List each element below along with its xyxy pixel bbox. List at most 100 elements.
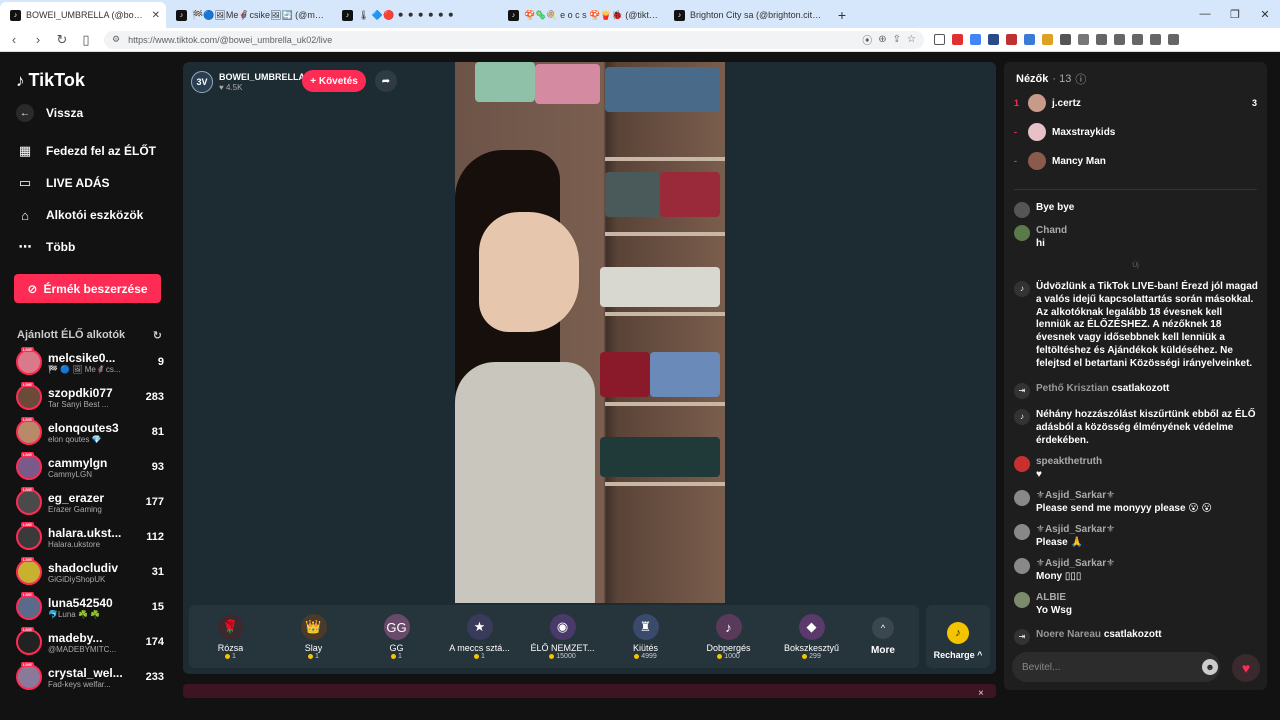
close-banner-icon[interactable]: × <box>978 688 984 699</box>
viewer-avatar[interactable] <box>1028 152 1046 170</box>
share-icon[interactable]: ⇪ <box>893 34 901 45</box>
profile-icon[interactable] <box>1132 34 1143 45</box>
creator-item[interactable]: LIVE szopdki077 Tar Sanyi Best ... 283 <box>16 381 164 413</box>
follow-button[interactable]: + Követés <box>302 70 366 92</box>
creator-item[interactable]: LIVE crystal_wel... Fad-keys welfar... 233 <box>16 661 164 693</box>
message-user[interactable]: ALBIE <box>1036 592 1072 605</box>
star-icon[interactable]: ☆ <box>907 34 916 45</box>
restore-icon[interactable]: ❐ <box>1220 0 1250 28</box>
like-heart-button[interactable]: ♥ <box>1232 654 1260 682</box>
emoji-icon[interactable]: ☻ <box>1202 659 1218 675</box>
bookmark-icon[interactable]: ▯ <box>76 32 96 48</box>
creator-avatar[interactable]: LIVE <box>16 662 42 690</box>
creator-item[interactable]: LIVE shadocludiv GiGiDiyShopUK 31 <box>16 556 164 588</box>
url-text[interactable]: https://www.tiktok.com/@bowei_umbrella_u… <box>128 35 332 45</box>
host-avatar[interactable]: 3V <box>191 71 213 93</box>
share-icon[interactable]: ➦ <box>375 70 397 92</box>
gift-item[interactable]: GG GG 1 <box>355 605 438 668</box>
minimize-icon[interactable]: — <box>1190 0 1220 28</box>
browser-tab[interactable]: ♪ 🌡 🔷🔴 ⚫ ⚫ ⚫ ⚫ ⚫ ⚫ <box>332 2 498 28</box>
gift-item[interactable]: ◉ ÉLŐ NEMZET... 15000 <box>521 605 604 668</box>
tiktok-logo[interactable]: ♪ TikTok <box>16 70 85 91</box>
bottom-banner[interactable] <box>183 684 996 698</box>
message-user[interactable]: speakthetruth <box>1036 456 1102 469</box>
back-button[interactable]: ← Vissza <box>16 104 83 122</box>
extension-icon[interactable] <box>1024 34 1035 45</box>
extension-icon[interactable] <box>1078 34 1089 45</box>
creator-item[interactable]: LIVE eg_erazer Erazer Gaming 177 <box>16 486 164 518</box>
reload-icon[interactable]: ↻ <box>52 32 72 48</box>
zoom-icon[interactable]: ⊕ <box>878 34 886 45</box>
shield-icon[interactable] <box>934 34 945 45</box>
host-info[interactable]: 3V BOWEI_UMBRELLA ♥ 4.5K <box>191 70 305 94</box>
top-viewer-row[interactable]: - Maxstraykids <box>1014 123 1257 141</box>
viewer-avatar[interactable] <box>1028 94 1046 112</box>
extension-icon[interactable] <box>1042 34 1053 45</box>
back-arrow-icon[interactable]: ‹ <box>4 32 24 47</box>
wallet-icon[interactable] <box>1114 34 1125 45</box>
message-user[interactable]: ⚜Asjid_Sarkar⚜ <box>1036 490 1212 503</box>
creator-item[interactable]: LIVE elonqoutes3 elon qoutes 💎 81 <box>16 416 164 448</box>
viewer-avatar[interactable] <box>1028 123 1046 141</box>
chat-input[interactable]: Bevitel... <box>1012 652 1220 682</box>
top-viewer-row[interactable]: - Mancy Man <box>1014 152 1257 170</box>
gift-item[interactable]: ♪ Dobpergés 1000 <box>687 605 770 668</box>
get-coins-button[interactable]: ⊘ Érmék beszerzése <box>14 274 161 303</box>
recharge-button[interactable]: ♪ Recharge ^ <box>926 605 990 668</box>
extension-icon[interactable] <box>1006 34 1017 45</box>
nav-creator-tools[interactable]: ⌂ Alkotói eszközök <box>16 206 143 224</box>
address-bar[interactable]: ⚙ https://www.tiktok.com/@bowei_umbrella… <box>104 30 924 49</box>
browser-tab[interactable]: ♪ Brighton City sa (@brighton.city) ÉLŐ <box>664 2 830 28</box>
more-gifts-button[interactable]: ^ More <box>853 605 913 668</box>
message-user[interactable]: Chand <box>1036 225 1067 238</box>
creator-avatar[interactable]: LIVE <box>16 592 42 620</box>
new-tab-button[interactable]: + <box>830 2 854 28</box>
gift-item[interactable]: ★ A meccs sztá... 1 <box>438 605 521 668</box>
creator-item[interactable]: LIVE halara.ukst... Halara.ukstore 112 <box>16 521 164 553</box>
creator-item[interactable]: LIVE madeby... @MADEBYMITC... 174 <box>16 626 164 658</box>
gift-item[interactable]: ♜ Kiütés 4999 <box>604 605 687 668</box>
message-user[interactable]: ⚜Asjid_Sarkar⚜ <box>1036 558 1115 571</box>
creator-item[interactable]: LIVE melcsike0... 🏁 🔵 🖼 Me🦸cs... 9 <box>16 346 164 378</box>
browser-tab[interactable]: ♪ 🍄🦠🍭 e o c s 🍄🍟🐞 (@tiktok.rol <box>498 2 664 28</box>
user-avatar[interactable] <box>1014 524 1030 540</box>
cast-icon[interactable]: ⦿ <box>862 32 872 47</box>
message-user[interactable]: Noere Nareau <box>1036 629 1101 640</box>
message-user[interactable]: ⚜Asjid_Sarkar⚜ <box>1036 524 1115 537</box>
refresh-icon[interactable]: ↻ <box>153 329 162 342</box>
nav-live-broadcast[interactable]: ▭ LIVE ADÁS <box>16 174 110 192</box>
top-viewer-row[interactable]: 1 j.certz 3 <box>1014 94 1257 112</box>
extension-icon[interactable] <box>988 34 999 45</box>
creator-avatar[interactable]: LIVE <box>16 557 42 585</box>
user-avatar[interactable] <box>1014 592 1030 608</box>
close-window-icon[interactable]: ✕ <box>1250 0 1280 28</box>
creator-avatar[interactable]: LIVE <box>16 627 42 655</box>
creator-avatar[interactable]: LIVE <box>16 487 42 515</box>
nav-explore-live[interactable]: ▦ Fedezd fel az ÉLŐT <box>16 142 156 160</box>
info-icon[interactable]: ⓘ <box>1075 71 1086 87</box>
gift-item[interactable]: 🌹 Rózsa 1 <box>189 605 272 668</box>
gift-item[interactable]: 👑 Slay 1 <box>272 605 355 668</box>
site-settings-icon[interactable]: ⚙ <box>112 34 120 45</box>
creator-avatar[interactable]: LIVE <box>16 522 42 550</box>
user-avatar[interactable] <box>1014 558 1030 574</box>
sidebar-icon[interactable] <box>1096 34 1107 45</box>
tab-close-icon[interactable]: ✕ <box>152 10 160 21</box>
browser-tab[interactable]: ♪ 🏁🔵🖼Me🦸csike🖼🔄 (@melc <box>166 2 332 28</box>
browser-tab-active[interactable]: ♪ BOWEI_UMBRELLA (@bowei ✕ <box>0 2 166 28</box>
translate-icon[interactable] <box>970 34 981 45</box>
creator-avatar[interactable]: LIVE <box>16 382 42 410</box>
creator-avatar[interactable]: LIVE <box>16 417 42 445</box>
forward-arrow-icon[interactable]: › <box>28 32 48 47</box>
host-name[interactable]: BOWEI_UMBRELLA <box>219 72 305 82</box>
creator-avatar[interactable]: LIVE <box>16 347 42 375</box>
user-avatar[interactable] <box>1014 490 1030 506</box>
creator-item[interactable]: LIVE luna542540 🐬Luna ☘️ ☘️ 15 <box>16 591 164 623</box>
creator-item[interactable]: LIVE cammylgn CammyLGN 93 <box>16 451 164 483</box>
live-video[interactable] <box>455 62 725 603</box>
menu-icon[interactable] <box>1168 34 1179 45</box>
nav-more[interactable]: ⋯ Több <box>16 238 76 256</box>
vpn-icon[interactable] <box>1150 34 1161 45</box>
user-avatar[interactable] <box>1014 225 1030 241</box>
message-user[interactable]: Pethő Krisztian <box>1036 383 1109 394</box>
